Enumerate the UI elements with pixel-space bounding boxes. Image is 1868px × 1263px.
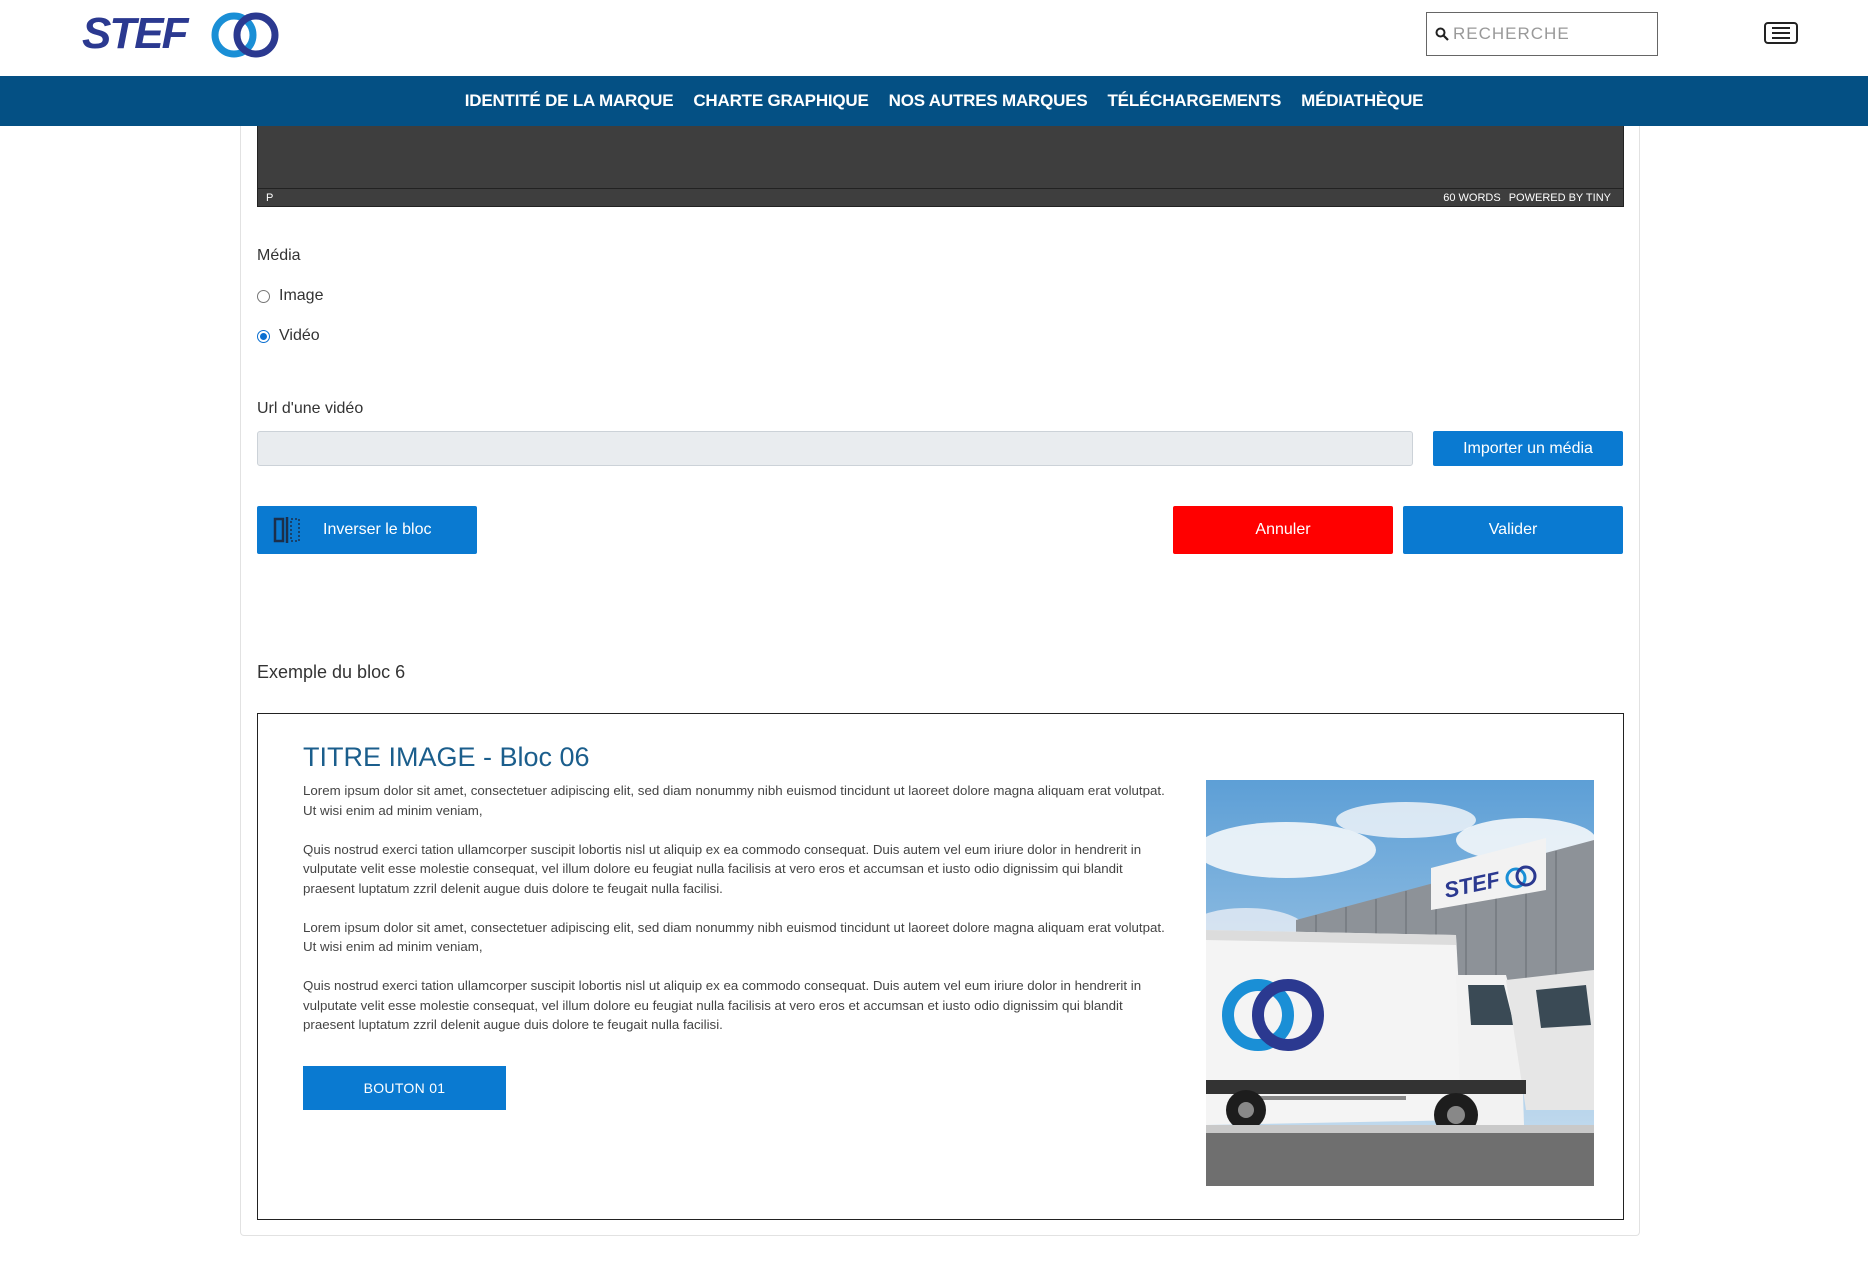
- validate-button[interactable]: Valider: [1403, 506, 1623, 554]
- svg-text:STEF: STEF: [82, 10, 190, 58]
- radio-image[interactable]: [257, 289, 270, 303]
- truck-warehouse-image: STEF: [1206, 780, 1594, 1186]
- radio-image-option[interactable]: Image: [257, 287, 323, 305]
- import-media-button[interactable]: Importer un média: [1433, 431, 1623, 466]
- rich-text-editor[interactable]: P 60 WORDS POWERED BY TINY: [257, 126, 1624, 207]
- preview-paragraph: Lorem ipsum dolor sit amet, consectetuer…: [303, 919, 1165, 955]
- radio-video-option[interactable]: Vidéo: [257, 327, 320, 345]
- menu-line-icon: [1772, 32, 1790, 34]
- video-url-input[interactable]: [257, 431, 1413, 466]
- menu-line-icon: [1772, 27, 1790, 29]
- hamburger-menu-button[interactable]: [1764, 22, 1798, 44]
- stef-logo[interactable]: STEF: [82, 10, 292, 60]
- search-box[interactable]: [1426, 12, 1658, 56]
- nav-item-autres-marques[interactable]: NOS AUTRES MARQUES: [889, 91, 1088, 111]
- editor-powered-by[interactable]: POWERED BY TINY: [1509, 192, 1611, 204]
- nav-item-telechargements[interactable]: TÉLÉCHARGEMENTS: [1108, 91, 1282, 111]
- preview-body: Lorem ipsum dolor sit amet, consectetuer…: [303, 781, 1173, 1054]
- example-label: Exemple du bloc 6: [257, 662, 406, 682]
- media-label: Média: [257, 247, 301, 264]
- block-preview: TITRE IMAGE - Bloc 06 Lorem ipsum dolor …: [257, 713, 1624, 1220]
- editor-statusbar: P 60 WORDS POWERED BY TINY: [258, 188, 1623, 206]
- menu-line-icon: [1772, 37, 1790, 39]
- preview-paragraph: Quis nostrud exerci tation ullamcorper s…: [303, 841, 1142, 896]
- invert-block-button[interactable]: Inverser le bloc: [257, 506, 477, 554]
- header: STEF: [0, 0, 1868, 76]
- radio-image-label[interactable]: Image: [279, 287, 323, 305]
- nav-item-mediatheque[interactable]: MÉDIATHÈQUE: [1301, 91, 1423, 111]
- main-nav: IDENTITÉ DE LA MARQUE CHARTE GRAPHIQUE N…: [0, 76, 1868, 126]
- cancel-button[interactable]: Annuler: [1173, 506, 1393, 554]
- invert-block-icon: [273, 517, 300, 543]
- editor-word-count: 60 WORDS: [1443, 191, 1501, 204]
- preview-button[interactable]: BOUTON 01: [303, 1066, 506, 1110]
- invert-block-label: Inverser le bloc: [323, 521, 432, 538]
- search-icon: [1435, 27, 1449, 41]
- preview-paragraph: Lorem ipsum dolor sit amet, consectetuer…: [303, 783, 1165, 818]
- nav-item-charte[interactable]: CHARTE GRAPHIQUE: [693, 91, 869, 111]
- nav-item-identite[interactable]: IDENTITÉ DE LA MARQUE: [465, 91, 674, 111]
- preview-paragraph: Quis nostrud exerci tation ullamcorper s…: [303, 978, 1142, 1032]
- preview-title: TITRE IMAGE - Bloc 06: [303, 742, 590, 772]
- editor-path[interactable]: P: [266, 192, 273, 204]
- radio-video-label[interactable]: Vidéo: [279, 327, 320, 345]
- search-input[interactable]: [1453, 24, 1643, 44]
- url-label: Url d'une vidéo: [257, 400, 364, 417]
- radio-video[interactable]: [257, 329, 270, 343]
